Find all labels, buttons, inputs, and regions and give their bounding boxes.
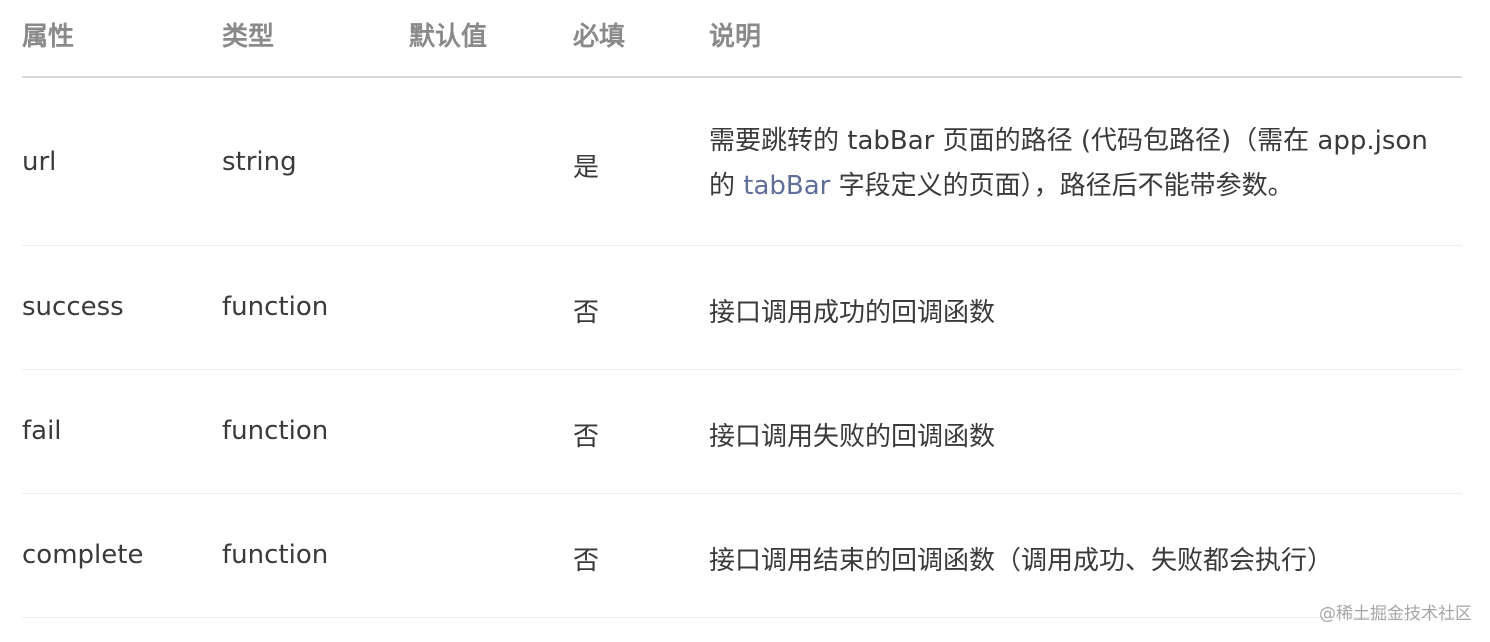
cell-description: 接口调用结束的回调函数（调用成功、失败都会执行） — [709, 546, 1334, 576]
description-prefix: 的 — [709, 171, 744, 201]
cell-description: 接口调用失败的回调函数 — [709, 422, 996, 452]
tabbar-link[interactable]: tabBar — [743, 171, 830, 201]
cell-required: 是 — [573, 153, 600, 183]
cell-description: 需要跳转的 tabBar 页面的路径 (代码包路径)（需在 app.json 的… — [709, 119, 1469, 209]
api-params-table: 属性 类型 默认值 必填 说明 url string 是 需要跳转的 tabBa… — [22, 0, 1462, 618]
cell-attribute: success — [22, 292, 124, 322]
cell-required: 否 — [573, 298, 600, 328]
header-description: 说明 — [709, 22, 762, 52]
cell-attribute: fail — [22, 416, 62, 446]
cell-attribute: complete — [22, 540, 144, 570]
cell-type: string — [222, 147, 297, 177]
table-row-fail: fail function 否 接口调用失败的回调函数 — [22, 370, 1462, 494]
header-attribute: 属性 — [22, 22, 75, 52]
cell-description: 接口调用成功的回调函数 — [709, 298, 996, 328]
header-type: 类型 — [222, 22, 275, 52]
cell-type: function — [222, 292, 329, 322]
header-default: 默认值 — [409, 22, 488, 52]
description-line-2: 的 tabBar 字段定义的页面），路径后不能带参数。 — [709, 164, 1469, 209]
description-suffix: 字段定义的页面），路径后不能带参数。 — [830, 171, 1294, 201]
cell-required: 否 — [573, 422, 600, 452]
table-header: 属性 类型 默认值 必填 说明 — [22, 0, 1462, 78]
header-required: 必填 — [573, 22, 626, 52]
table-row-url: url string 是 需要跳转的 tabBar 页面的路径 (代码包路径)（… — [22, 78, 1462, 246]
description-line-1: 需要跳转的 tabBar 页面的路径 (代码包路径)（需在 app.json — [709, 126, 1428, 156]
cell-type: function — [222, 416, 329, 446]
watermark: @稀土掘金技术社区 — [1319, 604, 1472, 624]
table-row-success: success function 否 接口调用成功的回调函数 — [22, 246, 1462, 370]
cell-required: 否 — [573, 546, 600, 576]
cell-type: function — [222, 540, 329, 570]
cell-attribute: url — [22, 147, 57, 177]
table-row-complete: complete function 否 接口调用结束的回调函数（调用成功、失败都… — [22, 494, 1462, 618]
